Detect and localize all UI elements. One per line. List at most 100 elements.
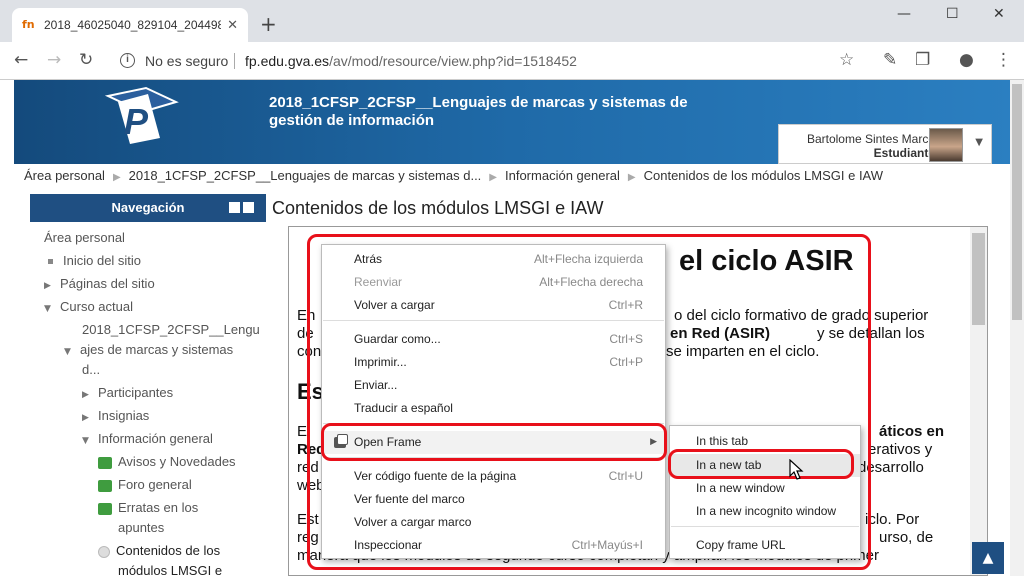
menu-item-open-frame[interactable]: Open Frame ▶ xyxy=(322,431,665,454)
dock-icon[interactable] xyxy=(243,202,254,213)
nav-item-label: Información general xyxy=(98,431,213,446)
menu-separator xyxy=(323,423,664,424)
nav-item-insignias[interactable]: ▶ Insignias xyxy=(82,408,149,423)
course-title[interactable]: 2018_1CFSP_2CFSP__Lenguajes de marcas y … xyxy=(269,94,709,130)
forward-icon[interactable]: → xyxy=(47,51,61,69)
nav-item-label: Avisos y Novedades xyxy=(118,454,236,469)
menu-item-imprimir[interactable]: Imprimir... Ctrl+P xyxy=(322,351,665,374)
nav-item-contenidos[interactable]: Contenidos de los xyxy=(98,543,220,558)
nav-item-inicio-del-sitio[interactable]: Inicio del sitio xyxy=(48,253,141,268)
collapse-arrow-icon[interactable]: ▼ xyxy=(64,347,76,357)
menu-item-volver-a-cargar[interactable]: Volver a cargar Ctrl+R xyxy=(322,294,665,317)
profile-icon[interactable]: ● xyxy=(959,51,974,69)
address-bar[interactable]: fp.edu.gva.es/av/mod/resource/view.php?i… xyxy=(245,53,577,69)
breadcrumb-item[interactable]: Área personal xyxy=(24,168,105,183)
frame-text: con xyxy=(297,343,322,360)
nav-item-course[interactable]: 2018_1CFSP_2CFSP__Lengu xyxy=(82,322,260,337)
reload-icon[interactable]: ↻ xyxy=(79,51,93,69)
submenu-item-copy-frame-url[interactable]: Copy frame URL xyxy=(670,534,860,557)
breadcrumb-item[interactable]: 2018_1CFSP_2CFSP__Lenguajes de marcas y … xyxy=(129,168,482,183)
nav-item-label: 2018_1CFSP_2CFSP__Lengu xyxy=(82,322,260,337)
forum-icon xyxy=(98,479,112,492)
nav-item-label: Foro general xyxy=(118,477,192,492)
maximize-icon[interactable]: ☐ xyxy=(946,6,959,22)
nav-item-erratas-cont[interactable]: apuntes xyxy=(118,520,164,535)
frame-scrollbar[interactable] xyxy=(970,227,987,575)
menu-item-atras[interactable]: Atrás Alt+Flecha izquierda xyxy=(322,248,665,271)
nav-item-label: Erratas en los xyxy=(118,500,199,515)
frame-text: se imparten en el ciclo. xyxy=(666,343,820,360)
nav-item-course-cont2[interactable]: d... xyxy=(82,362,100,377)
site-header: P 2018_1CFSP_2CFSP__Lenguajes de marcas … xyxy=(14,80,1010,164)
extension-icon[interactable]: ❐ xyxy=(915,51,930,69)
submenu-item-in-incognito[interactable]: In a new incognito window xyxy=(670,500,860,523)
menu-item-reenviar[interactable]: Reenviar Alt+Flecha derecha xyxy=(322,271,665,294)
frame-text-bold: en Red (ASIR) xyxy=(670,325,771,342)
info-icon[interactable]: i xyxy=(120,53,135,68)
breadcrumb-item[interactable]: Contenidos de los módulos LMSGI e IAW xyxy=(644,168,883,183)
frame-text: erativos y xyxy=(868,441,933,458)
frame-text: reg xyxy=(297,529,319,546)
minimize-icon[interactable]: — xyxy=(897,6,911,22)
navigation-header: Navegación xyxy=(30,194,266,222)
eyedropper-extension-icon[interactable]: ✎ xyxy=(883,51,897,69)
page-scroll-thumb[interactable] xyxy=(1012,84,1022,320)
submenu-item-in-this-tab[interactable]: In this tab xyxy=(670,430,860,453)
frame-text: urso, de xyxy=(879,529,934,546)
breadcrumb-separator-icon: ▶ xyxy=(112,172,121,183)
expand-arrow-icon[interactable]: ▶ xyxy=(82,413,94,423)
nav-item-label: Contenidos de los xyxy=(116,543,221,558)
page-scrollbar[interactable] xyxy=(1010,80,1024,576)
forum-icon xyxy=(98,456,112,469)
collapse-arrow-icon[interactable]: ▼ xyxy=(44,304,56,314)
user-role: Estudiante xyxy=(873,146,935,160)
bullet-icon xyxy=(48,259,53,265)
nav-item-avisos[interactable]: Avisos y Novedades xyxy=(98,454,236,469)
not-secure-label[interactable]: No es seguro xyxy=(145,53,228,69)
submenu-item-in-new-tab[interactable]: In a new tab xyxy=(670,454,860,477)
menu-item-guardar-como[interactable]: Guardar como... Ctrl+S xyxy=(322,328,665,351)
collapse-arrow-icon[interactable]: ▼ xyxy=(82,436,94,446)
frame-text: En xyxy=(297,307,316,324)
expand-arrow-icon[interactable]: ▶ xyxy=(82,390,94,400)
nav-item-paginas-del-sitio[interactable]: ▶ Páginas del sitio xyxy=(44,276,155,291)
submenu-item-in-new-window[interactable]: In a new window xyxy=(670,477,860,500)
user-menu[interactable]: Bartolome Sintes Marco Estudiante ▼ xyxy=(778,124,992,164)
fp-logo-icon[interactable]: P xyxy=(102,86,182,146)
expand-arrow-icon[interactable]: ▶ xyxy=(44,281,56,291)
nav-item-erratas[interactable]: Erratas en los xyxy=(98,500,198,515)
back-icon[interactable]: ← xyxy=(14,51,28,69)
nav-item-informacion-general[interactable]: ▼ Información general xyxy=(82,431,213,446)
menu-item-enviar[interactable]: Enviar... xyxy=(322,374,665,397)
back-to-top-icon[interactable]: ▲ xyxy=(972,542,1004,574)
open-frame-icon xyxy=(334,434,348,448)
new-tab-icon[interactable]: + xyxy=(260,14,277,34)
browser-tab[interactable]: fn 2018_46025040_829104_2044980 ✕ xyxy=(12,8,248,42)
frame-subheading: Es xyxy=(297,379,324,404)
nav-item-course-cont[interactable]: ▼ ajes de marcas y sistemas xyxy=(64,342,233,357)
nav-item-participantes[interactable]: ▶ Participantes xyxy=(82,385,173,400)
menu-item-inspeccionar[interactable]: Inspeccionar Ctrl+Mayús+I xyxy=(322,534,665,557)
nav-item-label: d... xyxy=(82,362,101,377)
menu-item-traducir[interactable]: Traducir a español xyxy=(322,397,665,420)
window-close-icon[interactable]: ✕ xyxy=(993,6,1005,22)
menu-item-ver-codigo-fuente[interactable]: Ver código fuente de la página Ctrl+U xyxy=(322,465,665,488)
nav-item-area-personal[interactable]: Área personal xyxy=(44,230,125,245)
context-menu: Atrás Alt+Flecha izquierda Reenviar Alt+Fl… xyxy=(321,244,666,559)
avatar[interactable] xyxy=(929,128,963,162)
nav-item-contenidos-cont[interactable]: módulos LMSGI e xyxy=(118,563,222,576)
menu-item-ver-fuente-marco[interactable]: Ver fuente del marco xyxy=(322,488,665,511)
breadcrumb-item[interactable]: Información general xyxy=(505,168,620,183)
navigation-title: Navegación xyxy=(111,200,185,215)
nav-item-curso-actual[interactable]: ▼ Curso actual xyxy=(44,299,133,314)
collapse-icon[interactable] xyxy=(229,202,240,213)
tab-close-icon[interactable]: ✕ xyxy=(227,18,238,33)
nav-item-foro-general[interactable]: Foro general xyxy=(98,477,192,492)
menu-separator xyxy=(323,320,664,321)
browser-tab-bar: fn 2018_46025040_829104_2044980 ✕ + — ☐ … xyxy=(0,0,1024,42)
menu-kebab-icon[interactable]: ⋮ xyxy=(995,51,1012,69)
chevron-down-icon[interactable]: ▼ xyxy=(975,137,983,148)
menu-item-volver-cargar-marco[interactable]: Volver a cargar marco xyxy=(322,511,665,534)
bookmark-star-icon[interactable]: ☆ xyxy=(839,51,854,69)
frame-scroll-thumb[interactable] xyxy=(972,233,985,325)
